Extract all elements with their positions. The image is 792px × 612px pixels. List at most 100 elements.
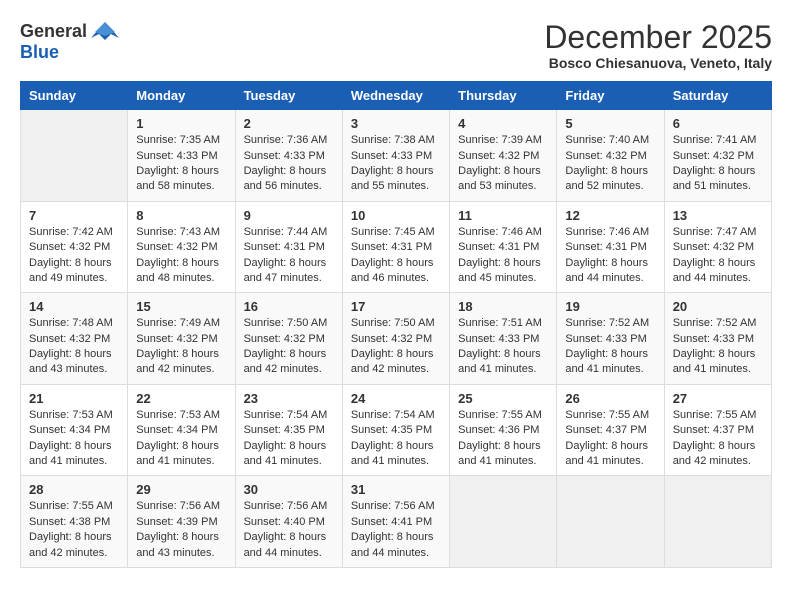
- day-sunrise: Sunrise: 7:55 AM: [565, 409, 649, 421]
- day-sunset: Sunset: 4:31 PM: [565, 241, 646, 253]
- day-number: 5: [565, 116, 655, 131]
- calendar-cell: 26 Sunrise: 7:55 AM Sunset: 4:37 PM Dayl…: [557, 384, 664, 476]
- header-wednesday: Wednesday: [342, 82, 449, 110]
- calendar-cell: 23 Sunrise: 7:54 AM Sunset: 4:35 PM Dayl…: [235, 384, 342, 476]
- day-number: 3: [351, 116, 441, 131]
- day-sunset: Sunset: 4:33 PM: [458, 333, 539, 345]
- day-daylight: Daylight: 8 hours and 41 minutes.: [458, 440, 541, 467]
- day-number: 22: [136, 391, 226, 406]
- calendar-cell: 16 Sunrise: 7:50 AM Sunset: 4:32 PM Dayl…: [235, 293, 342, 385]
- day-sunrise: Sunrise: 7:46 AM: [565, 226, 649, 238]
- day-number: 12: [565, 208, 655, 223]
- day-sunrise: Sunrise: 7:53 AM: [29, 409, 113, 421]
- day-sunrise: Sunrise: 7:55 AM: [673, 409, 757, 421]
- day-sunrise: Sunrise: 7:53 AM: [136, 409, 220, 421]
- day-sunrise: Sunrise: 7:50 AM: [244, 317, 328, 329]
- calendar-cell: 30 Sunrise: 7:56 AM Sunset: 4:40 PM Dayl…: [235, 476, 342, 568]
- calendar-cell: [557, 476, 664, 568]
- calendar-week-row: 14 Sunrise: 7:48 AM Sunset: 4:32 PM Dayl…: [21, 293, 772, 385]
- header-sunday: Sunday: [21, 82, 128, 110]
- day-daylight: Daylight: 8 hours and 58 minutes.: [136, 165, 219, 192]
- day-sunset: Sunset: 4:36 PM: [458, 424, 539, 436]
- calendar-cell: 22 Sunrise: 7:53 AM Sunset: 4:34 PM Dayl…: [128, 384, 235, 476]
- day-number: 30: [244, 482, 334, 497]
- calendar-cell: 24 Sunrise: 7:54 AM Sunset: 4:35 PM Dayl…: [342, 384, 449, 476]
- day-sunrise: Sunrise: 7:46 AM: [458, 226, 542, 238]
- day-daylight: Daylight: 8 hours and 41 minutes.: [673, 348, 756, 375]
- header-friday: Friday: [557, 82, 664, 110]
- day-number: 4: [458, 116, 548, 131]
- day-number: 25: [458, 391, 548, 406]
- day-daylight: Daylight: 8 hours and 44 minutes.: [351, 531, 434, 558]
- day-sunrise: Sunrise: 7:38 AM: [351, 134, 435, 146]
- day-daylight: Daylight: 8 hours and 46 minutes.: [351, 257, 434, 284]
- day-number: 31: [351, 482, 441, 497]
- day-sunset: Sunset: 4:31 PM: [244, 241, 325, 253]
- day-daylight: Daylight: 8 hours and 41 minutes.: [351, 440, 434, 467]
- calendar-cell: 17 Sunrise: 7:50 AM Sunset: 4:32 PM Dayl…: [342, 293, 449, 385]
- day-daylight: Daylight: 8 hours and 44 minutes.: [565, 257, 648, 284]
- month-title: December 2025: [544, 20, 772, 55]
- calendar-cell: 12 Sunrise: 7:46 AM Sunset: 4:31 PM Dayl…: [557, 201, 664, 293]
- day-daylight: Daylight: 8 hours and 41 minutes.: [136, 440, 219, 467]
- day-daylight: Daylight: 8 hours and 49 minutes.: [29, 257, 112, 284]
- day-number: 26: [565, 391, 655, 406]
- day-number: 14: [29, 299, 119, 314]
- day-number: 29: [136, 482, 226, 497]
- day-sunset: Sunset: 4:32 PM: [136, 333, 217, 345]
- day-sunset: Sunset: 4:31 PM: [351, 241, 432, 253]
- day-daylight: Daylight: 8 hours and 44 minutes.: [244, 531, 327, 558]
- day-sunset: Sunset: 4:35 PM: [351, 424, 432, 436]
- day-sunset: Sunset: 4:31 PM: [458, 241, 539, 253]
- day-sunrise: Sunrise: 7:41 AM: [673, 134, 757, 146]
- day-daylight: Daylight: 8 hours and 56 minutes.: [244, 165, 327, 192]
- day-daylight: Daylight: 8 hours and 41 minutes.: [29, 440, 112, 467]
- day-number: 2: [244, 116, 334, 131]
- day-sunrise: Sunrise: 7:50 AM: [351, 317, 435, 329]
- day-number: 18: [458, 299, 548, 314]
- location-subtitle: Bosco Chiesanuova, Veneto, Italy: [544, 55, 772, 71]
- day-sunrise: Sunrise: 7:36 AM: [244, 134, 328, 146]
- day-daylight: Daylight: 8 hours and 42 minutes.: [351, 348, 434, 375]
- day-daylight: Daylight: 8 hours and 41 minutes.: [565, 348, 648, 375]
- day-number: 8: [136, 208, 226, 223]
- calendar-cell: 4 Sunrise: 7:39 AM Sunset: 4:32 PM Dayli…: [450, 110, 557, 202]
- calendar-cell: 20 Sunrise: 7:52 AM Sunset: 4:33 PM Dayl…: [664, 293, 771, 385]
- day-daylight: Daylight: 8 hours and 52 minutes.: [565, 165, 648, 192]
- day-daylight: Daylight: 8 hours and 41 minutes.: [244, 440, 327, 467]
- calendar-cell: [21, 110, 128, 202]
- day-sunset: Sunset: 4:33 PM: [565, 333, 646, 345]
- day-daylight: Daylight: 8 hours and 44 minutes.: [673, 257, 756, 284]
- calendar-cell: 21 Sunrise: 7:53 AM Sunset: 4:34 PM Dayl…: [21, 384, 128, 476]
- day-sunset: Sunset: 4:33 PM: [673, 333, 754, 345]
- day-number: 24: [351, 391, 441, 406]
- day-number: 16: [244, 299, 334, 314]
- calendar-cell: 19 Sunrise: 7:52 AM Sunset: 4:33 PM Dayl…: [557, 293, 664, 385]
- day-sunrise: Sunrise: 7:45 AM: [351, 226, 435, 238]
- calendar-cell: 6 Sunrise: 7:41 AM Sunset: 4:32 PM Dayli…: [664, 110, 771, 202]
- day-sunrise: Sunrise: 7:56 AM: [244, 500, 328, 512]
- day-number: 17: [351, 299, 441, 314]
- day-sunset: Sunset: 4:37 PM: [673, 424, 754, 436]
- calendar-week-row: 1 Sunrise: 7:35 AM Sunset: 4:33 PM Dayli…: [21, 110, 772, 202]
- day-sunrise: Sunrise: 7:35 AM: [136, 134, 220, 146]
- day-number: 21: [29, 391, 119, 406]
- day-sunset: Sunset: 4:37 PM: [565, 424, 646, 436]
- day-sunrise: Sunrise: 7:56 AM: [136, 500, 220, 512]
- day-daylight: Daylight: 8 hours and 51 minutes.: [673, 165, 756, 192]
- day-sunset: Sunset: 4:33 PM: [136, 150, 217, 162]
- day-sunrise: Sunrise: 7:49 AM: [136, 317, 220, 329]
- day-daylight: Daylight: 8 hours and 41 minutes.: [565, 440, 648, 467]
- logo-bird-icon: [91, 20, 119, 42]
- header-thursday: Thursday: [450, 82, 557, 110]
- logo: General Blue: [20, 20, 119, 63]
- day-sunset: Sunset: 4:32 PM: [565, 150, 646, 162]
- day-number: 1: [136, 116, 226, 131]
- day-sunset: Sunset: 4:41 PM: [351, 516, 432, 528]
- day-sunrise: Sunrise: 7:55 AM: [458, 409, 542, 421]
- day-sunrise: Sunrise: 7:52 AM: [565, 317, 649, 329]
- calendar-cell: 27 Sunrise: 7:55 AM Sunset: 4:37 PM Dayl…: [664, 384, 771, 476]
- calendar-cell: 25 Sunrise: 7:55 AM Sunset: 4:36 PM Dayl…: [450, 384, 557, 476]
- day-number: 10: [351, 208, 441, 223]
- header-saturday: Saturday: [664, 82, 771, 110]
